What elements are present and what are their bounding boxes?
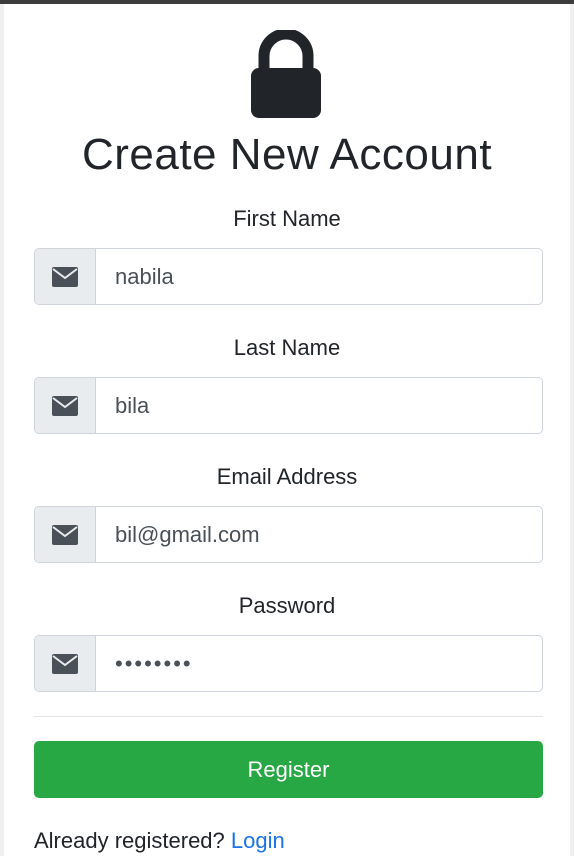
last-name-group bbox=[34, 377, 543, 434]
envelope-icon bbox=[35, 249, 96, 304]
email-group bbox=[34, 506, 543, 563]
first-name-group bbox=[34, 248, 543, 305]
divider bbox=[34, 716, 543, 717]
envelope-icon bbox=[35, 636, 96, 691]
envelope-icon bbox=[35, 507, 96, 562]
last-name-input[interactable] bbox=[96, 378, 542, 433]
login-prompt: Already registered? Login bbox=[34, 828, 285, 854]
login-prompt-text: Already registered? bbox=[34, 828, 225, 853]
page-title: Create New Account bbox=[81, 130, 493, 179]
last-name-label: Last Name bbox=[233, 335, 341, 360]
email-label: Email Address bbox=[216, 464, 358, 489]
first-name-input[interactable] bbox=[96, 249, 542, 304]
password-field[interactable] bbox=[96, 636, 542, 691]
first-name-label: First Name bbox=[233, 206, 341, 231]
password-group bbox=[34, 635, 543, 692]
register-button[interactable]: Register bbox=[34, 741, 543, 798]
password-label: Password bbox=[238, 593, 336, 618]
envelope-icon bbox=[35, 378, 96, 433]
lock-icon bbox=[251, 30, 321, 118]
email-field[interactable] bbox=[96, 507, 542, 562]
login-link[interactable]: Login bbox=[231, 828, 285, 853]
